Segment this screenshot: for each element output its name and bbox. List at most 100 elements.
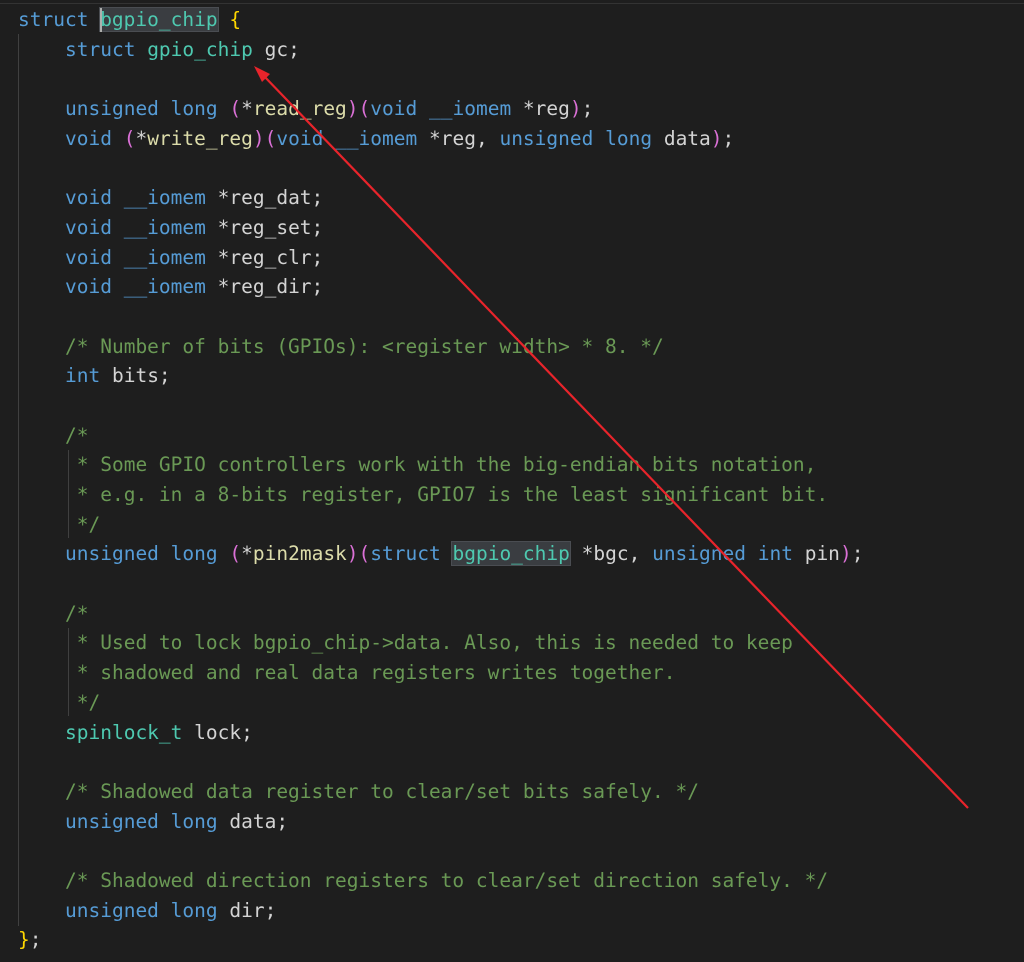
highlighted-symbol: bgpio_chip	[99, 7, 219, 32]
code-lines[interactable]: struct bgpio_chip {struct gpio_chip gc; u…	[18, 5, 1018, 955]
code-token: data;	[229, 809, 289, 833]
keyword-token: struct	[65, 37, 148, 61]
type-token: spinlock_t	[65, 720, 183, 744]
comment-token: /* Shadowed data register to clear/set b…	[65, 779, 699, 803]
keyword-token: struct	[18, 8, 101, 31]
code-token: bits;	[111, 364, 171, 388]
code-token: pin	[804, 542, 840, 566]
comment-token: * e.g. in a 8-bits register, GPIO7 is th…	[65, 483, 829, 506]
comment-token: * Used to lock bgpio_chip->data. Also, t…	[65, 631, 793, 655]
code-token: data	[663, 126, 711, 150]
comment-token: */	[65, 512, 101, 536]
code-token: *reg_set;	[205, 215, 324, 239]
function-name-token: read_reg	[252, 97, 347, 121]
brace-token: {	[229, 8, 242, 31]
code-line[interactable]	[18, 391, 1018, 421]
comment-token: * shadowed and real data registers write…	[65, 661, 676, 685]
code-line[interactable]: void __iomem *reg_dat;	[18, 183, 1018, 213]
keyword-token: void	[65, 275, 124, 299]
paren-token: (	[123, 126, 136, 150]
highlighted-symbol: bgpio_chip	[451, 541, 571, 567]
code-line[interactable]	[18, 569, 1018, 599]
keyword-token: unsigned long	[65, 542, 230, 566]
code-editor[interactable]: struct bgpio_chip {struct gpio_chip gc; u…	[0, 0, 1024, 962]
code-line[interactable]: spinlock_t lock;	[18, 718, 1018, 748]
keyword-token: __iomem	[123, 275, 206, 299]
code-line[interactable]: void __iomem *reg_clr;	[18, 243, 1018, 273]
code-line[interactable]: unsigned long (*read_reg)(void __iomem *…	[18, 94, 1018, 124]
keyword-token: unsigned long	[499, 126, 664, 150]
code-line[interactable]: };	[18, 925, 1018, 955]
code-line[interactable]: unsigned long (*pin2mask)(struct bgpio_c…	[18, 539, 1018, 569]
code-token: *reg	[511, 97, 570, 121]
type-token: gpio_chip	[147, 37, 253, 61]
code-line[interactable]: * shadowed and real data registers write…	[18, 658, 1018, 688]
keyword-token: __iomem	[123, 215, 206, 239]
keyword-token: struct	[370, 542, 453, 566]
keyword-token: __iomem	[123, 245, 206, 269]
comment-token: */	[65, 690, 101, 714]
code-token: *reg_clr;	[205, 245, 324, 269]
code-line[interactable]: unsigned long dir;	[18, 896, 1018, 926]
paren-token: )	[346, 542, 359, 566]
paren-token: )	[569, 97, 582, 121]
paren-token: (	[229, 97, 242, 121]
code-token: ;	[581, 97, 594, 121]
code-line[interactable]: */	[18, 688, 1018, 718]
comment-token: /* Number of bits (GPIOs): <register wid…	[65, 334, 664, 358]
keyword-token: void	[65, 245, 124, 269]
code-line[interactable]	[18, 747, 1018, 777]
keyword-token: int	[65, 364, 112, 388]
code-line[interactable]: int bits;	[18, 361, 1018, 391]
comment-token: /*	[65, 423, 89, 447]
comment-token: /*	[65, 601, 89, 625]
code-line[interactable]: /* Shadowed data register to clear/set b…	[18, 777, 1018, 807]
function-name-token: pin2mask	[252, 542, 347, 566]
keyword-token: __iomem	[429, 97, 512, 121]
paren-token: (	[264, 126, 277, 150]
code-line[interactable]: void (*write_reg)(void __iomem *reg, uns…	[18, 124, 1018, 154]
code-token: *reg,	[417, 126, 500, 150]
code-line[interactable]	[18, 153, 1018, 183]
code-line[interactable]: * e.g. in a 8-bits register, GPIO7 is th…	[18, 480, 1018, 510]
code-line[interactable]: unsigned long data;	[18, 807, 1018, 837]
code-line[interactable]	[18, 836, 1018, 866]
code-line[interactable]	[18, 64, 1018, 94]
code-token: *	[241, 97, 253, 121]
code-line[interactable]: * Some GPIO controllers work with the bi…	[18, 450, 1018, 480]
code-token: *bgc,	[569, 542, 653, 566]
code-line[interactable]: /*	[18, 599, 1018, 629]
code-line[interactable]: void __iomem *reg_set;	[18, 213, 1018, 243]
code-token: *reg_dat;	[205, 186, 324, 210]
code-line[interactable]: struct gpio_chip gc;	[18, 35, 1018, 65]
code-token: gc;	[252, 37, 300, 61]
code-token: *	[241, 542, 253, 566]
keyword-token: __iomem	[335, 126, 418, 150]
code-token: dir;	[229, 898, 277, 922]
code-token: ;	[722, 126, 735, 150]
code-line[interactable]: void __iomem *reg_dir;	[18, 272, 1018, 302]
code-line[interactable]: /* Shadowed direction registers to clear…	[18, 866, 1018, 896]
code-line[interactable]: * Used to lock bgpio_chip->data. Also, t…	[18, 628, 1018, 658]
code-line[interactable]: */	[18, 510, 1018, 540]
paren-token: (	[358, 542, 371, 566]
comment-token: * Some GPIO controllers work with the bi…	[65, 453, 817, 477]
code-line[interactable]: /* Number of bits (GPIOs): <register wid…	[18, 332, 1018, 362]
code-token: *	[135, 126, 148, 150]
keyword-token: unsigned int	[652, 542, 805, 566]
keyword-token: __iomem	[123, 186, 206, 210]
paren-token: (	[229, 542, 242, 566]
code-line[interactable]: struct bgpio_chip {	[18, 5, 1018, 35]
code-line[interactable]: /*	[18, 421, 1018, 451]
keyword-token: void	[65, 215, 124, 239]
keyword-token: void	[65, 126, 124, 150]
keyword-token: void	[276, 126, 336, 150]
paren-token: )	[346, 97, 359, 121]
text-cursor	[100, 8, 102, 32]
editor-top-border	[0, 3, 1024, 4]
code-line[interactable]	[18, 302, 1018, 332]
code-token: ;	[851, 542, 864, 566]
paren-token: (	[358, 97, 371, 121]
function-name-token: write_reg	[147, 126, 253, 150]
